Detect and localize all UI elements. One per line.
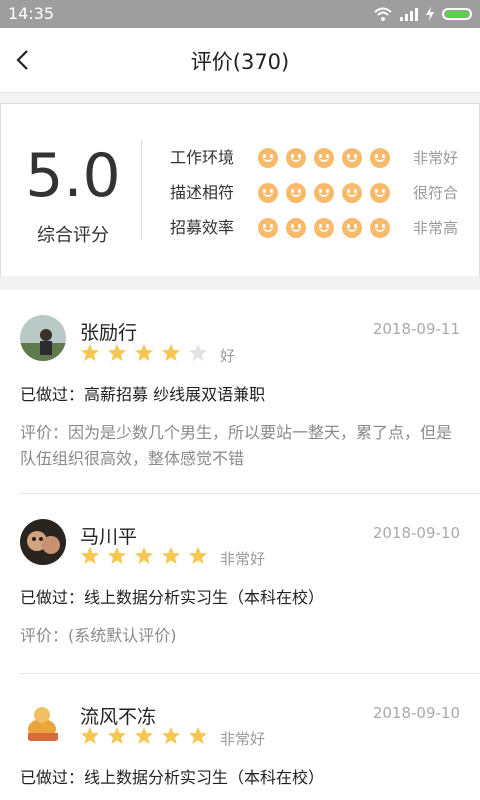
rating-summary-card: 5.0 综合评分 工作环境 非常好 描述相符 很符合 招募效率 非常高 bbox=[0, 103, 480, 277]
review-comment: 评价：因为是少数几个男生，所以要站一整天，累了点，但是队伍组织很高效，整体感觉不… bbox=[20, 423, 453, 468]
star-rating bbox=[80, 546, 208, 566]
smiley-icon bbox=[342, 218, 362, 238]
page-title: 评价(370) bbox=[190, 50, 290, 74]
smiley-icon bbox=[370, 148, 390, 168]
metric-label: 描述相符 bbox=[170, 183, 235, 202]
star-icon bbox=[108, 344, 126, 361]
charging-icon bbox=[426, 7, 434, 21]
star-icon bbox=[135, 727, 153, 744]
smiley-icon bbox=[258, 183, 278, 203]
smiley-rating bbox=[258, 148, 390, 168]
smiley-icon bbox=[314, 183, 334, 203]
smiley-icon bbox=[258, 148, 278, 168]
avatar[interactable] bbox=[20, 519, 66, 565]
metric-work-environment: 工作环境 非常好 bbox=[170, 146, 470, 170]
metric-description-match: 描述相符 很符合 bbox=[170, 181, 470, 205]
rating-text: 好 bbox=[220, 347, 236, 365]
star-icon bbox=[108, 547, 126, 564]
star-icon bbox=[108, 727, 126, 744]
avatar[interactable] bbox=[20, 699, 66, 745]
status-icons bbox=[374, 5, 472, 23]
star-icon bbox=[135, 344, 153, 361]
review-date: 2018-09-10 bbox=[372, 524, 460, 542]
smiley-rating bbox=[258, 183, 390, 203]
review-date: 2018-09-11 bbox=[372, 320, 460, 338]
smiley-icon bbox=[314, 148, 334, 168]
star-icon bbox=[189, 547, 207, 564]
wifi-icon bbox=[374, 7, 392, 21]
signal-icon bbox=[400, 8, 418, 21]
metric-value: 非常好 bbox=[413, 149, 459, 167]
overall-score: 5.0 bbox=[25, 141, 121, 211]
top-bar: 评价(370) bbox=[0, 28, 480, 93]
status-bar: 14:35 bbox=[0, 0, 480, 28]
smiley-rating bbox=[258, 218, 390, 238]
star-rating bbox=[80, 726, 208, 746]
smiley-icon bbox=[342, 183, 362, 203]
star-empty-icon bbox=[189, 344, 207, 361]
reviewer-name: 张励行 bbox=[80, 322, 138, 344]
divider bbox=[20, 493, 480, 494]
star-icon bbox=[162, 344, 180, 361]
smiley-icon bbox=[286, 218, 306, 238]
smiley-icon bbox=[314, 218, 334, 238]
reviewer-name: 马川平 bbox=[80, 526, 138, 548]
star-icon bbox=[81, 547, 99, 564]
reviewer-name: 流风不冻 bbox=[80, 706, 157, 728]
star-icon bbox=[189, 727, 207, 744]
review-item: 张励行 2018-09-11 好 已做过：高薪招募 纱线展双语兼职 评价：因为是… bbox=[0, 290, 480, 495]
smiley-icon bbox=[286, 148, 306, 168]
overall-score-label: 综合评分 bbox=[37, 225, 109, 246]
battery-icon bbox=[442, 8, 472, 20]
smiley-icon bbox=[286, 183, 306, 203]
smiley-icon bbox=[342, 148, 362, 168]
review-item: 马川平 2018-09-10 非常好 已做过：线上数据分析实习生（本科在校） 评… bbox=[0, 495, 480, 675]
status-time: 14:35 bbox=[8, 4, 55, 23]
star-icon bbox=[81, 727, 99, 744]
metric-recruit-efficiency: 招募效率 非常高 bbox=[170, 216, 470, 240]
star-icon bbox=[81, 344, 99, 361]
avatar[interactable] bbox=[20, 315, 66, 361]
divider bbox=[141, 140, 142, 240]
metric-label: 工作环境 bbox=[170, 148, 235, 167]
worked-job: 已做过：线上数据分析实习生（本科在校） bbox=[20, 588, 325, 607]
divider bbox=[20, 673, 480, 674]
worked-job: 已做过：高薪招募 纱线展双语兼职 bbox=[20, 385, 266, 404]
smiley-icon bbox=[370, 218, 390, 238]
star-icon bbox=[135, 547, 153, 564]
star-rating bbox=[80, 343, 208, 363]
section-gap bbox=[0, 276, 480, 290]
star-icon bbox=[162, 547, 180, 564]
section-gap bbox=[0, 93, 480, 103]
review-comment: 评价：(系统默认评价) bbox=[20, 626, 177, 645]
metric-value: 非常高 bbox=[413, 219, 459, 237]
review-item: 流风不冻 2018-09-10 非常好 已做过：线上数据分析实习生（本科在校） bbox=[0, 675, 480, 800]
worked-job: 已做过：线上数据分析实习生（本科在校） bbox=[20, 768, 325, 787]
star-icon bbox=[162, 727, 180, 744]
rating-text: 非常好 bbox=[220, 730, 266, 748]
rating-text: 非常好 bbox=[220, 550, 266, 568]
review-date: 2018-09-10 bbox=[372, 704, 460, 722]
metric-label: 招募效率 bbox=[170, 218, 235, 237]
metric-value: 很符合 bbox=[413, 184, 459, 202]
smiley-icon bbox=[258, 218, 278, 238]
smiley-icon bbox=[370, 183, 390, 203]
